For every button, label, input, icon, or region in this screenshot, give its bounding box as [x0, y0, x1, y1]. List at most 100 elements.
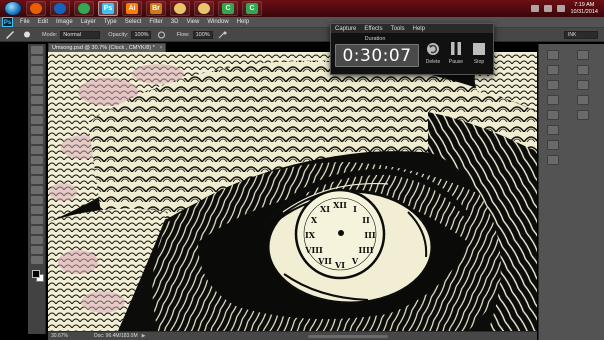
mode-select[interactable]: Normal — [60, 30, 101, 39]
zoom-tool-icon[interactable] — [30, 236, 43, 244]
opacity-label: Opacity: — [108, 31, 129, 38]
quick-select-tool-icon[interactable] — [30, 76, 43, 84]
dodge-tool-icon[interactable] — [30, 176, 43, 184]
start-button[interactable] — [4, 1, 22, 16]
recorder-menu-effects[interactable]: Effects — [360, 26, 386, 32]
foreground-color-swatch[interactable] — [32, 270, 40, 278]
extra-2-tool-icon[interactable] — [30, 256, 43, 264]
tray-volume-icon[interactable] — [557, 5, 566, 12]
taskbar-apps: Ps Ai Br C C — [22, 1, 262, 16]
panel-button-icon[interactable] — [577, 50, 589, 60]
pressure-opacity-icon[interactable] — [154, 30, 168, 40]
menu-window[interactable]: Window — [203, 19, 232, 25]
crop-tool-icon[interactable] — [30, 86, 43, 94]
delete-button[interactable]: Delete — [423, 40, 443, 65]
tool-options-bar: Mode: Normal Opacity: 100% Flow: 100% IN… — [0, 28, 604, 42]
clock-numeral: XII — [333, 200, 347, 210]
menu-layer[interactable]: Layer — [77, 19, 100, 25]
panel-button-icon[interactable] — [547, 125, 559, 135]
right-panel-dock — [538, 44, 604, 340]
panel-button-icon[interactable] — [547, 65, 559, 75]
taskbar-app-folder[interactable] — [170, 1, 190, 16]
hand-tool-icon[interactable] — [30, 226, 43, 234]
delete-label: Delete — [425, 59, 441, 65]
shape-tool-icon[interactable] — [30, 216, 43, 224]
panel-button-icon[interactable] — [577, 80, 589, 90]
menu-help[interactable]: Help — [233, 19, 253, 25]
extra-1-tool-icon[interactable] — [30, 246, 43, 254]
airbrush-icon[interactable] — [216, 30, 230, 40]
blur-tool-icon[interactable] — [30, 166, 43, 174]
panel-button-icon[interactable] — [547, 95, 559, 105]
taskbar-app-illustrator[interactable]: Ai — [122, 1, 142, 16]
panel-button-icon[interactable] — [577, 110, 589, 120]
menu-file[interactable]: File — [16, 19, 34, 25]
taskbar-clock[interactable]: 7:19 AM 10/31/2014 — [570, 2, 598, 16]
opacity-field[interactable]: 100% — [131, 30, 152, 39]
eyedropper-tool-icon[interactable] — [30, 96, 43, 104]
owl-eye-artwork: XII IIIIIIIIIIVVIVIIVIIIIXXXI — [48, 52, 537, 331]
eraser-tool-icon[interactable] — [30, 146, 43, 154]
history-tool-icon[interactable] — [30, 136, 43, 144]
marquee-tool-icon[interactable] — [30, 56, 43, 64]
panel-button-icon[interactable] — [547, 140, 559, 150]
taskbar-app-folder-2[interactable] — [194, 1, 214, 16]
document-canvas[interactable]: XII I II III IIII V VI VII VIII IX X XI — [48, 52, 537, 331]
clock-numeral: IX — [305, 230, 316, 240]
recorder-menu-help[interactable]: Help — [409, 26, 429, 32]
taskbar-app-camtasia-recorder[interactable]: C — [242, 1, 262, 16]
menu-type[interactable]: Type — [100, 19, 121, 25]
menu-edit[interactable]: Edit — [34, 19, 52, 25]
panel-button-icon[interactable] — [547, 155, 559, 165]
stop-button[interactable]: Stop — [469, 40, 489, 65]
status-menu-arrow-icon[interactable]: ▶ — [142, 333, 146, 339]
recorder-menu-tools[interactable]: Tools — [387, 26, 409, 32]
taskbar-app-firefox[interactable] — [26, 1, 46, 16]
horizontal-scrollbar[interactable] — [308, 335, 388, 338]
recorder-menu-capture[interactable]: Capture — [331, 26, 360, 32]
tray-network-icon[interactable] — [544, 5, 553, 12]
close-tab-icon[interactable]: × — [159, 45, 162, 51]
menu-filter[interactable]: Filter — [145, 19, 166, 25]
menu-items: File Edit Image Layer Type Select Filter 3D View… — [16, 19, 253, 25]
bridge-icon: Br — [150, 3, 162, 14]
flow-field[interactable]: 100% — [192, 30, 213, 39]
tools-panel — [28, 44, 46, 334]
panel-button-icon[interactable] — [577, 65, 589, 75]
taskbar-app-messenger[interactable] — [50, 1, 70, 16]
panel-button-icon[interactable] — [547, 50, 559, 60]
lasso-tool-icon[interactable] — [30, 66, 43, 74]
clock-date: 10/31/2014 — [570, 8, 598, 15]
workspace-select[interactable]: INK — [564, 31, 598, 39]
menu-view[interactable]: View — [182, 19, 203, 25]
path-select-tool-icon[interactable] — [30, 206, 43, 214]
messenger-icon — [54, 3, 66, 14]
gradient-tool-icon[interactable] — [30, 156, 43, 164]
recorder-menubar: Capture Effects Tools Help — [331, 24, 493, 33]
panel-button-icon[interactable] — [547, 80, 559, 90]
healing-tool-icon[interactable] — [30, 106, 43, 114]
brush-tool-icon[interactable] — [30, 116, 43, 124]
panel-button-icon[interactable] — [577, 95, 589, 105]
camtasia-green-icon: C — [222, 3, 234, 14]
document-tab[interactable]: Umsong.psd @ 30.7% (Clock , CMYK/8) * × — [48, 43, 166, 52]
pen-tool-icon[interactable] — [30, 186, 43, 194]
type-tool-icon[interactable] — [30, 196, 43, 204]
zoom-level[interactable]: 30.67% — [48, 333, 88, 339]
tool-list — [28, 46, 45, 264]
panel-button-icon[interactable] — [547, 110, 559, 120]
clock-numeral: IIII — [359, 245, 374, 255]
taskbar-app-camtasia-green[interactable]: C — [218, 1, 238, 16]
tray-flag-icon[interactable] — [531, 5, 540, 12]
taskbar-app-bridge[interactable]: Br — [146, 1, 166, 16]
brush-tool-icon[interactable] — [3, 30, 17, 40]
brush-preset-icon[interactable] — [20, 30, 34, 40]
menu-select[interactable]: Select — [121, 19, 146, 25]
menu-3d[interactable]: 3D — [167, 19, 183, 25]
clone-tool-icon[interactable] — [30, 126, 43, 134]
taskbar-app-photoshop[interactable]: Ps — [98, 1, 118, 16]
menu-image[interactable]: Image — [52, 19, 77, 25]
pause-button[interactable]: Pause — [446, 40, 466, 65]
taskbar-app-chrome[interactable] — [74, 1, 94, 16]
move-tool-icon[interactable] — [30, 46, 43, 54]
